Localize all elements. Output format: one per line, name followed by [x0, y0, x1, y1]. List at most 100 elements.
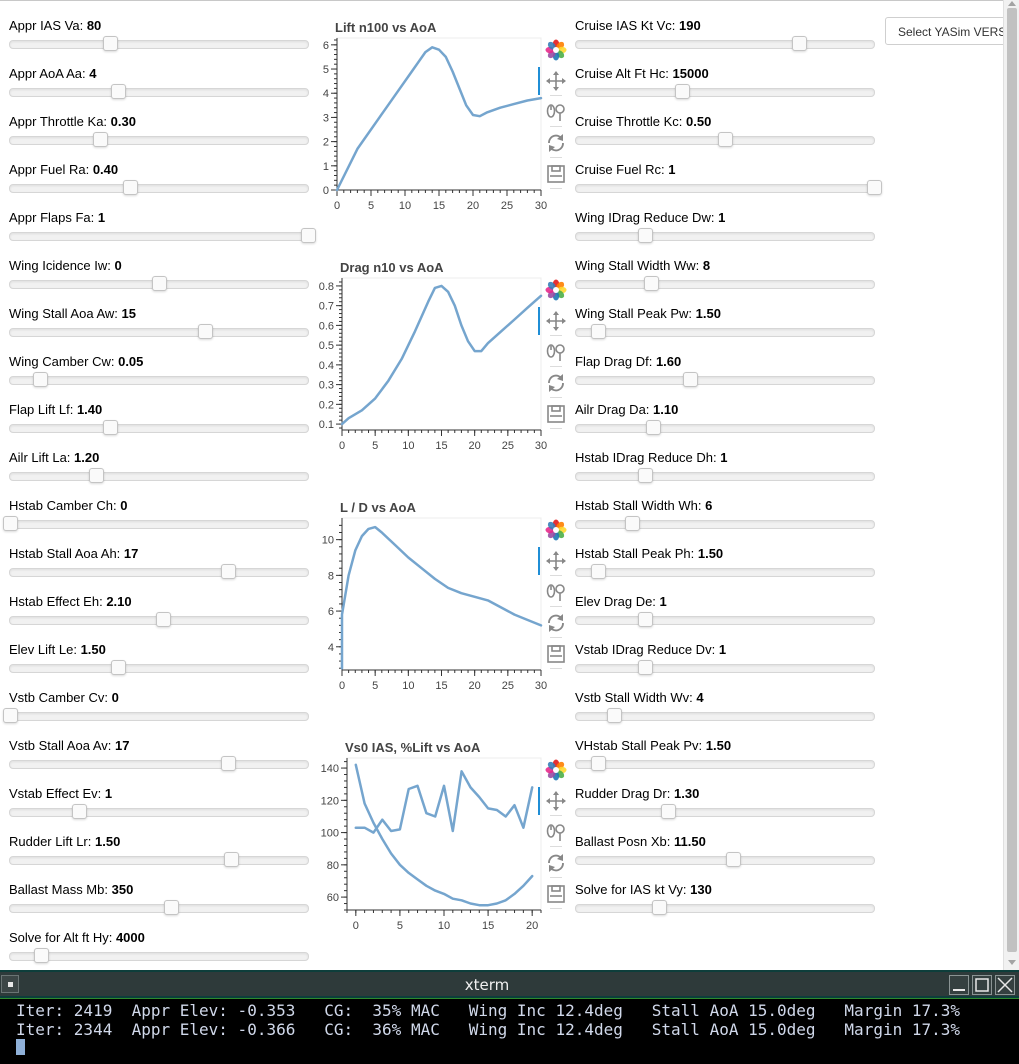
- slider-label-text: Hstab Stall Peak Ph:: [575, 546, 695, 561]
- slider-label-text: Cruise Alt Ft Hc:: [575, 66, 669, 81]
- plot-frame: [346, 757, 542, 911]
- slider-sliders_right-7[interactable]: Flap Drag Df: 1.60: [575, 336, 875, 387]
- slider-sliders_right-17[interactable]: Ballast Posn Xb: 11.50: [575, 816, 875, 867]
- slider-label: Wing Stall Width Ww: 8: [575, 258, 710, 273]
- slider-sliders_right-2[interactable]: Cruise Throttle Kc: 0.50: [575, 96, 875, 147]
- slider-value: 190: [679, 18, 701, 33]
- slider-value: 1.50: [695, 306, 721, 321]
- slider-value: 15000: [672, 66, 709, 81]
- bokeh-logo-icon: [541, 756, 571, 782]
- slider-label: Hstab Stall Peak Ph: 1.50: [575, 546, 723, 561]
- reset-icon[interactable]: [541, 849, 571, 875]
- close-icon[interactable]: [995, 975, 1015, 995]
- slider-sliders_right-8[interactable]: Ailr Drag Da: 1.10: [575, 384, 875, 435]
- xterm-titlebar[interactable]: xterm: [0, 972, 1019, 996]
- yasim-app: Appr IAS Va: 80 Appr AoA Aa: 4 Appr Thrott…: [0, 0, 1019, 970]
- terminal-line: Iter: 2419 Appr Elev: -0.353 CG: 35% MAC…: [16, 1001, 961, 1020]
- slider-label: Rudder Drag Dr: 1.30: [575, 786, 699, 801]
- slider-label: Cruise Fuel Rc: 1: [575, 162, 675, 177]
- slider-label: Solve for IAS kt Vy: 130: [575, 882, 712, 897]
- slider-sliders_right-14[interactable]: Vstb Stall Width Wv: 4: [575, 672, 875, 723]
- minimize-icon[interactable]: [949, 975, 969, 995]
- slider-value: 1.50: [705, 738, 732, 753]
- xterm-title: xterm: [464, 976, 510, 994]
- save-icon[interactable]: [541, 880, 571, 906]
- y-tick-label: 140: [321, 763, 339, 775]
- slider-sliders_right-16[interactable]: Rudder Drag Dr: 1.30: [575, 768, 875, 819]
- slider-label: Cruise Throttle Kc: 0.50: [575, 114, 711, 129]
- terminal-output[interactable]: Iter: 2419 Appr Elev: -0.353 CG: 35% MAC…: [0, 998, 1019, 1064]
- slider-value: 1: [718, 210, 726, 225]
- slider-label-text: Wing IDrag Reduce Dw:: [575, 210, 715, 225]
- slider-sliders_right-6[interactable]: Wing Stall Peak Pw: 1.50: [575, 288, 875, 339]
- slider-sliders_right-10[interactable]: Hstab Stall Width Wh: 6: [575, 480, 875, 531]
- slider-label-text: Cruise Throttle Kc:: [575, 114, 683, 129]
- slider-label-text: Wing Stall Peak Pw:: [575, 306, 693, 321]
- slider-label-text: Ailr Drag Da:: [575, 402, 650, 417]
- slider-handle[interactable]: [651, 900, 667, 915]
- slider-sliders_right-0[interactable]: Cruise IAS Kt Vc: 190: [575, 0, 875, 51]
- slider-value: 11.50: [674, 834, 706, 849]
- select-version-button[interactable]: Select YASim VERSION: [885, 17, 1019, 45]
- slider-value: 1: [718, 642, 727, 657]
- slider-value: 1: [668, 162, 676, 177]
- vertical-scrollbar[interactable]: [1003, 0, 1019, 970]
- slider-label: Ballast Posn Xb: 11.50: [575, 834, 706, 849]
- x-tick-label: 15: [482, 920, 494, 932]
- slider-label: Flap Drag Df: 1.60: [575, 354, 681, 369]
- slider-label: Elev Drag De: 1: [575, 594, 667, 609]
- slider-sliders_right-12[interactable]: Elev Drag De: 1: [575, 576, 875, 627]
- slider-sliders_right-15[interactable]: VHstab Stall Peak Pv: 1.50: [575, 720, 875, 771]
- slider-sliders_right-1[interactable]: Cruise Alt Ft Hc: 15000: [575, 48, 875, 99]
- slider-label-text: Vstab IDrag Reduce Dv:: [575, 642, 716, 657]
- slider-label-text: Cruise Fuel Rc:: [575, 162, 665, 177]
- slider-label: Hstab IDrag Reduce Dh: 1: [575, 450, 727, 465]
- scrollbar-thumb[interactable]: [1007, 8, 1017, 952]
- slider-label-text: Wing Stall Width Ww:: [575, 258, 700, 273]
- slider-label-text: VHstab Stall Peak Pv:: [575, 738, 703, 753]
- slider-label-text: Flap Drag Df:: [575, 354, 653, 369]
- x-tick-label: 0: [353, 920, 359, 932]
- terminal-line: Iter: 2344 Appr Elev: -0.366 CG: 36% MAC…: [16, 1020, 961, 1039]
- y-tick-label: 120: [321, 795, 339, 807]
- maximize-icon[interactable]: [972, 975, 992, 995]
- slider-value: 6: [705, 498, 713, 513]
- slider-label-text: Solve for IAS kt Vy:: [575, 882, 687, 897]
- active-tool-indicator: [538, 787, 540, 815]
- slider-label-text: Elev Drag De:: [575, 594, 656, 609]
- slider-value: 1: [659, 594, 667, 609]
- x-tick-label: 20: [526, 920, 538, 932]
- slider-label: Vstb Stall Width Wv: 4: [575, 690, 704, 705]
- y-tick-label: 60: [327, 892, 339, 904]
- slider-sliders_right-9[interactable]: Hstab IDrag Reduce Dh: 1: [575, 432, 875, 483]
- slider-label: Hstab Stall Width Wh: 6: [575, 498, 712, 513]
- wheel-zoom-icon[interactable]: [541, 818, 571, 844]
- terminal-cursor: [16, 1039, 25, 1055]
- slider-label: Wing Stall Peak Pw: 1.50: [575, 306, 721, 321]
- y-tick-label: 100: [321, 828, 339, 840]
- slider-track[interactable]: [575, 904, 875, 913]
- slider-label-text: Ballast Posn Xb:: [575, 834, 671, 849]
- slider-label: VHstab Stall Peak Pv: 1.50: [575, 738, 731, 753]
- slider-value: 0.50: [686, 114, 712, 129]
- slider-value: 1.30: [674, 786, 700, 801]
- pan-icon[interactable]: [538, 787, 571, 815]
- toolbar-separator: [550, 877, 562, 878]
- slider-label: Wing IDrag Reduce Dw: 1: [575, 210, 725, 225]
- slider-sliders_right-18[interactable]: Solve for IAS kt Vy: 130: [575, 864, 875, 915]
- scroll-up-arrow-icon[interactable]: [1008, 1, 1016, 6]
- scroll-down-arrow-icon[interactable]: [1008, 960, 1016, 965]
- slider-label-text: Cruise IAS Kt Vc:: [575, 18, 676, 33]
- slider-value: 1.60: [655, 354, 682, 369]
- slider-label-text: Hstab IDrag Reduce Dh:: [575, 450, 717, 465]
- slider-sliders_right-5[interactable]: Wing Stall Width Ww: 8: [575, 240, 875, 291]
- slider-sliders_right-3[interactable]: Cruise Fuel Rc: 1: [575, 144, 882, 195]
- series-line-1: [354, 770, 534, 834]
- slider-label: Vstab IDrag Reduce Dv: 1: [575, 642, 726, 657]
- slider-label-text: Hstab Stall Width Wh:: [575, 498, 702, 513]
- slider-sliders_right-11[interactable]: Hstab Stall Peak Ph: 1.50: [575, 528, 875, 579]
- slider-sliders_right-4[interactable]: Wing IDrag Reduce Dw: 1: [575, 192, 875, 243]
- toolbar-separator: [550, 846, 562, 847]
- plot-canvas[interactable]: 0 5 10 15 20 60 80 100 120 140: [0, 0, 560, 960]
- slider-sliders_right-13[interactable]: Vstab IDrag Reduce Dv: 1: [575, 624, 875, 675]
